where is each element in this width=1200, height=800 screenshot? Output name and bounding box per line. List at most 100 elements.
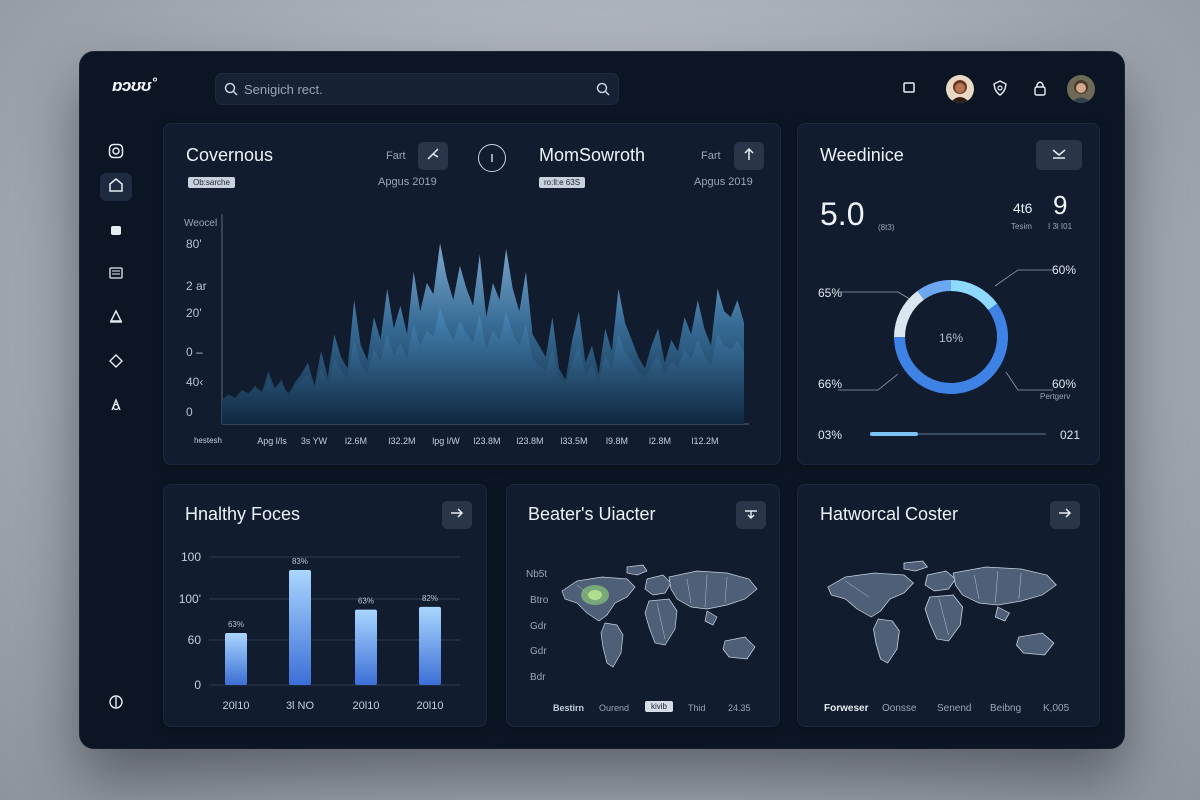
- coster-tab-3[interactable]: Senend: [937, 703, 971, 714]
- date-momsowroth: Apgus 2019: [694, 176, 753, 188]
- map-tab-2[interactable]: Ourend: [599, 703, 629, 713]
- y-tick-label: 100: [181, 550, 201, 564]
- coster-tab-2[interactable]: Oonsse: [882, 703, 916, 714]
- card-hatworcal: Hatworcal Coster Forweser Oonsse Senend …: [797, 484, 1100, 727]
- fart-label: Fart: [386, 150, 406, 162]
- map-y-label-1: Nb5t: [526, 569, 548, 580]
- coster-tab-1[interactable]: Forweser: [824, 703, 868, 714]
- share-button[interactable]: [418, 142, 448, 170]
- up-button[interactable]: [734, 142, 764, 170]
- bar-value-label: 63%: [228, 620, 244, 629]
- map-tab-3[interactable]: kivib: [645, 701, 674, 712]
- arrow-up-icon: [743, 147, 755, 166]
- card-covernous: Covernous Fart Ob:sarche Apgus 2019 MomS…: [163, 123, 781, 465]
- sidebar-item-bugs[interactable]: [100, 393, 132, 421]
- x-tick-label: lpg l/W: [432, 436, 460, 446]
- home-icon: [108, 177, 124, 198]
- map-tab-4[interactable]: Thid: [688, 703, 706, 713]
- donut-chart: 16%: [838, 269, 1053, 395]
- world-map-1: [561, 564, 758, 668]
- y-tick-label: 100': [179, 592, 201, 606]
- card-title-covernous: Covernous: [186, 145, 274, 165]
- x-tick-label: 20l10: [353, 700, 380, 712]
- world-map-2: [827, 560, 1057, 664]
- sidebar-item-home[interactable]: [100, 173, 132, 201]
- sidebar-item-list[interactable]: [100, 261, 132, 289]
- y-tick-label: 20': [186, 306, 202, 320]
- sidebar-item-alerts[interactable]: [100, 305, 132, 333]
- area-chart: [221, 214, 749, 425]
- x-tick-label: l32.2M: [388, 436, 416, 446]
- coster-tab-5[interactable]: K,005: [1043, 703, 1069, 714]
- bar: [419, 606, 441, 685]
- card-title-beaters: Beater's Uiacter: [528, 504, 656, 524]
- y-axis-label: Weocel: [184, 218, 218, 229]
- shield-icon[interactable]: [990, 78, 1010, 98]
- map-tab-1[interactable]: Bestirn: [553, 703, 584, 713]
- y-tick-label: 80': [186, 237, 202, 251]
- sidebar-item-tags[interactable]: [100, 349, 132, 377]
- coster-tab-4[interactable]: Beibng: [990, 703, 1021, 714]
- camera-icon: [108, 143, 124, 164]
- date-covernous: Apgus 2019: [378, 176, 437, 188]
- download-icon: [744, 506, 758, 524]
- y-tick-label: 40‹: [186, 375, 204, 389]
- x-tick-label: 20l10: [417, 700, 444, 712]
- card-title-momsowroth: MomSowroth: [539, 145, 646, 165]
- donut-center-label: 16%: [939, 331, 963, 345]
- x-tick-label: 20l10: [223, 700, 250, 712]
- arrow-right-icon: [1058, 506, 1072, 524]
- list-icon: [109, 266, 123, 284]
- y-tick-label: 2 ar: [186, 279, 207, 293]
- window-icon[interactable]: [899, 78, 919, 98]
- search-submit-icon[interactable]: [596, 82, 610, 101]
- x-tick-label: l9.8M: [605, 436, 628, 446]
- map-y-label-3: Gdr: [530, 621, 547, 632]
- bug-icon: [108, 397, 124, 418]
- avatar-user-2[interactable]: [1067, 75, 1095, 103]
- info-icon[interactable]: [478, 144, 506, 172]
- badge-covernous: Ob:sarche: [188, 177, 235, 188]
- share-icon: [426, 147, 440, 166]
- bar-value-label: 63%: [358, 597, 374, 606]
- x-tick-label: 3s YW: [300, 436, 328, 446]
- app-window: ɒɔʊʊ˚ Senigich rect. Covernous Fart Ob:s…: [80, 52, 1124, 748]
- y-tick-label: 0: [186, 405, 193, 419]
- fart-label-2: Fart: [701, 150, 721, 162]
- x-tick-label: l33.5M: [560, 436, 588, 446]
- lock-icon[interactable]: [1030, 78, 1050, 98]
- x-tick-label: l23.8M: [473, 436, 501, 446]
- slider-left-label: 03%: [818, 428, 843, 442]
- slider-fill: [870, 432, 918, 436]
- x-tick-label: hestesh: [193, 436, 223, 445]
- search-icon: [224, 82, 238, 101]
- search-bar[interactable]: Senigich rect.: [215, 73, 619, 105]
- x-tick-label: l23.8M: [516, 436, 544, 446]
- hatworcal-next-button[interactable]: [1050, 501, 1080, 529]
- bar: [355, 609, 377, 685]
- search-placeholder: Senigich rect.: [244, 82, 323, 97]
- slider-track[interactable]: [870, 432, 1046, 436]
- tag-icon: [108, 353, 124, 374]
- map-tab-5[interactable]: 24.35: [728, 703, 751, 713]
- bar: [225, 632, 247, 685]
- x-tick-label: l2.6M: [344, 436, 367, 446]
- card-title-hatworcal: Hatworcal Coster: [820, 504, 959, 524]
- sidebar-item-settings[interactable]: [100, 690, 132, 718]
- map-y-label-5: Bdr: [530, 672, 546, 683]
- app-logo[interactable]: ɒɔʊʊ˚: [112, 76, 157, 96]
- bell-icon: [108, 308, 124, 330]
- sidebar-item-instagram[interactable]: [100, 139, 132, 167]
- x-tick-label: l2.8M: [648, 436, 671, 446]
- bar-value-label: 82%: [422, 594, 438, 603]
- x-tick-label: l12.2M: [691, 436, 719, 446]
- sidebar-item-folder[interactable]: [100, 218, 132, 246]
- beaters-menu-button[interactable]: [736, 501, 766, 529]
- card-weedinice: Weedinice 5.0 (8t3) 4t6 9 Tesim I 3l I01…: [797, 123, 1100, 465]
- badge-momsowroth: ro:ll:e 63S: [539, 177, 586, 188]
- card-healthy: Hnalthy Foces 100 100' 60 0 63% 20l10 83% 3l N…: [163, 484, 487, 727]
- area-series: [222, 243, 744, 424]
- slider-right-label: 021: [1060, 428, 1081, 442]
- map-y-label-2: Btro: [530, 595, 549, 606]
- avatar-user-1[interactable]: [946, 75, 974, 103]
